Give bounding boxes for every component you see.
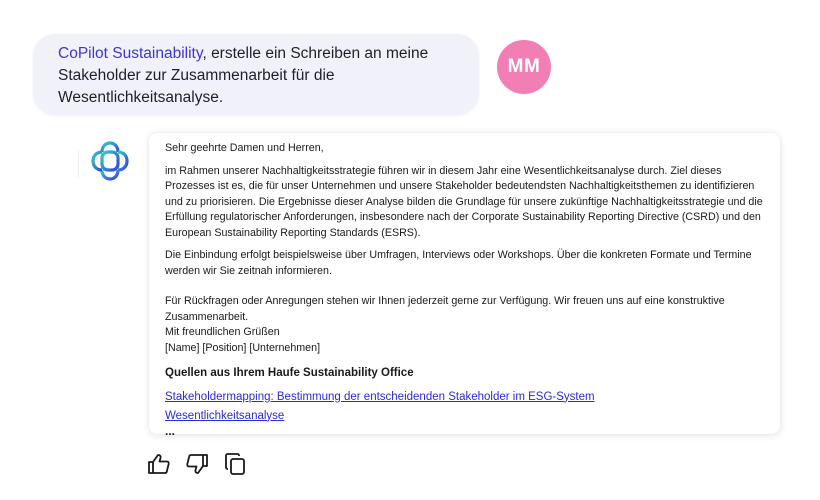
source-link-stakeholdermapping[interactable]: Stakeholdermapping: Bestimmung der entsc… (165, 388, 766, 407)
letter-closing: Mit freundlichen Grüßen (165, 326, 280, 338)
user-message-text-2: Stakeholder zur Zusammenarbeit für die (58, 67, 335, 84)
avatar[interactable]: MM (497, 40, 551, 94)
source-link-wesentlichkeitsanalyse[interactable]: Wesentlichkeitsanalyse (165, 407, 766, 426)
assistant-response-card: Sehr geehrte Damen und Herren, im Rahmen… (149, 133, 780, 438)
thumbs-down-icon[interactable] (185, 452, 209, 476)
letter-greeting: Sehr geehrte Damen und Herren, (165, 142, 324, 154)
copilot-mention[interactable]: CoPilot Sustainability (58, 45, 202, 62)
copy-icon[interactable] (223, 452, 247, 476)
user-message-text-3: Wesentlichkeitsanalyse. (58, 89, 224, 106)
letter-paragraph-1: im Rahmen unserer Nachhaltigkeitsstrateg… (165, 164, 763, 239)
user-message-bubble: CoPilot Sustainability, erstelle ein Sch… (33, 34, 479, 115)
more-ellipsis: ... (165, 423, 176, 438)
sources-title: Quellen aus Ihrem Haufe Sustainability O… (165, 367, 414, 379)
letter-signature: [Name] [Position] [Unternehmen] (165, 341, 321, 354)
letter-paragraph-3: Für Rückfragen oder Anregungen stehen wi… (165, 295, 725, 323)
response-actions (147, 452, 247, 476)
user-message-text-1: , erstelle ein Schreiben an meine (202, 45, 429, 62)
copilot-logo-icon (78, 141, 129, 181)
thumbs-up-icon[interactable] (147, 452, 171, 476)
letter-paragraph-2: Die Einbindung erfolgt beispielsweise üb… (165, 249, 752, 277)
